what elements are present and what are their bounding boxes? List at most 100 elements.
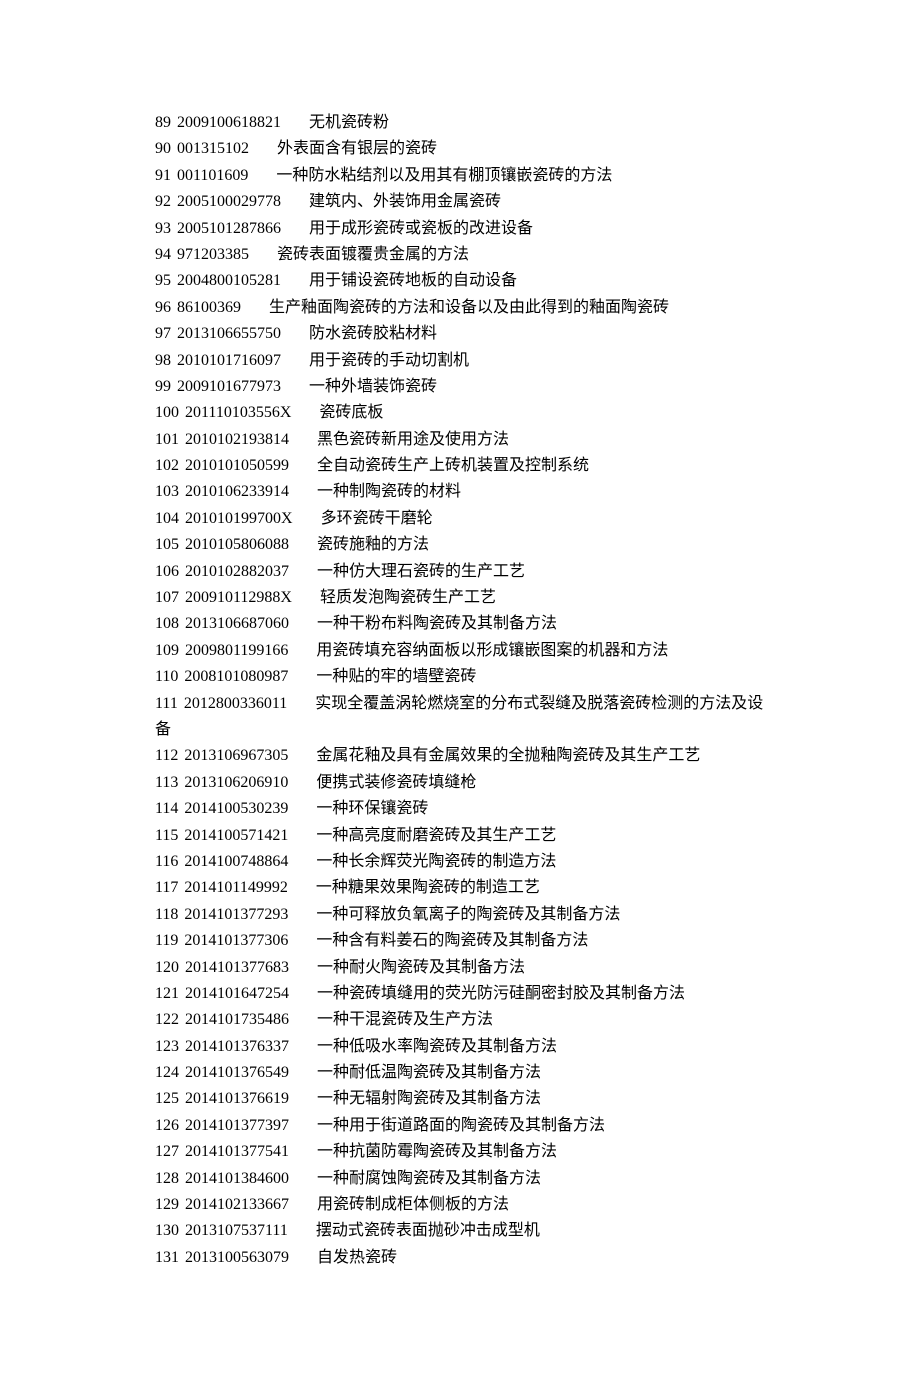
item-title: 外表面含有银层的瓷砖 [277,140,437,157]
list-item: 120 2014101377683 一种耐火陶瓷砖及其制备方法 [155,955,765,981]
list-item: 1172014101149992一种糖果效果陶瓷砖的制造工艺 [155,875,765,901]
list-item: 922005100029778建筑内、外装饰用金属瓷砖 [155,189,765,215]
list-item: 1252014101376619一种无辐射陶瓷砖及其制备方法 [155,1086,765,1112]
list-item: 119 2014101377306 一种含有料姜石的陶瓷砖及其制备方法 [155,928,765,954]
item-index: 117 [155,879,178,896]
item-code: 2013106206910 [184,774,288,791]
list-item: 1122013106967305金属花釉及具有金属效果的全抛釉陶瓷砖及其生产工艺 [155,743,765,769]
item-code: 2010101050599 [185,457,289,474]
item-index: 95 [155,272,171,289]
item-code: 2009100618821 [177,114,281,131]
list-item: 9686100369生产釉面陶瓷砖的方法和设备以及由此得到的釉面陶瓷砖 [155,295,765,321]
list-item: 1272014101377541一种抗菌防霉陶瓷砖及其制备方法 [155,1139,765,1165]
item-index: 111 [155,695,178,712]
item-title: 防水瓷砖胶粘材料 [309,325,437,342]
list-item: 1112012800336011实现全覆盖涡轮燃烧室的分布式裂缝及脱落瓷砖检测的… [155,691,765,717]
list-item: 892009100618821无机瓷砖粉 [155,110,765,136]
item-title: 一种含有料姜石的陶瓷砖及其制备方法 [316,932,588,949]
item-index: 105 [155,536,179,553]
item-code: 2013107537111 [185,1222,288,1239]
item-title: 一种高亮度耐磨瓷砖及其生产工艺 [316,827,556,844]
item-title: 摆动式瓷砖表面抛砂冲击成型机 [316,1222,540,1239]
item-code: 200910112988X [185,589,292,606]
item-code: 2009101677973 [177,378,281,395]
item-title: 一种低吸水率陶瓷砖及其制备方法 [317,1038,557,1055]
item-title: 一种干混瓷砖及生产方法 [317,1011,493,1028]
item-code: 2013106655750 [177,325,281,342]
item-title: 一种抗菌防霉陶瓷砖及其制备方法 [317,1143,557,1160]
item-code: 2014101376549 [185,1064,289,1081]
item-code: 201110103556X [185,404,291,421]
list-item: 100201110103556X瓷砖底板 [155,400,765,426]
list-item: 1162014100748864一种长余辉荧光陶瓷砖的制造方法 [155,849,765,875]
item-code: 2014101735486 [185,1011,289,1028]
item-title: 全自动瓷砖生产上砖机装置及控制系统 [317,457,589,474]
item-index: 125 [155,1090,179,1107]
list-item: 1312013100563079自发热瓷砖 [155,1245,765,1271]
item-index: 122 [155,1011,179,1028]
item-code: 001315102 [177,140,249,157]
item-index: 100 [155,404,179,421]
item-title: 一种耐腐蚀陶瓷砖及其制备方法 [317,1170,541,1187]
item-code: 2013100563079 [185,1249,289,1266]
item-index: 119 [155,932,178,949]
item-index: 102 [155,457,179,474]
item-index: 128 [155,1170,179,1187]
item-index: 103 [155,483,179,500]
item-code: 2014101377683 [185,959,289,976]
item-index: 90 [155,140,171,157]
item-index: 131 [155,1249,179,1266]
item-title: 轻质发泡陶瓷砖生产工艺 [320,589,496,606]
item-index: 101 [155,431,179,448]
item-title: 一种长余辉荧光陶瓷砖的制造方法 [316,853,556,870]
list-item: 1092009801199166用瓷砖填充容纳面板以形成镶嵌图案的机器和方法 [155,638,765,664]
item-title: 一种制陶瓷砖的材料 [317,483,461,500]
list-item: 992009101677973一种外墙装饰瓷砖 [155,374,765,400]
list-item: 1292014102133667用瓷砖制成柜体侧板的方法 [155,1192,765,1218]
list-item: 932005101287866用于成形瓷砖或瓷板的改进设备 [155,216,765,242]
item-index: 114 [155,800,178,817]
item-index: 120 [155,959,179,976]
item-index: 130 [155,1222,179,1239]
item-code: 2010101716097 [177,352,281,369]
item-index: 126 [155,1117,179,1134]
item-title: 用于铺设瓷砖地板的自动设备 [309,272,517,289]
list-item: 122 2014101735486 一种干混瓷砖及生产方法 [155,1007,765,1033]
list-item: 130 2013107537111 摆动式瓷砖表面抛砂冲击成型机 [155,1218,765,1244]
item-index: 89 [155,114,171,131]
list-item: 1242014101376549一种耐低温陶瓷砖及其制备方法 [155,1060,765,1086]
item-title: 一种干粉布料陶瓷砖及其制备方法 [317,615,557,632]
item-title: 一种无辐射陶瓷砖及其制备方法 [317,1090,541,1107]
item-title: 一种耐火陶瓷砖及其制备方法 [317,959,525,976]
item-index: 93 [155,220,171,237]
list-item: 94 971203385 瓷砖表面镀覆贵金属的方法 [155,242,765,268]
item-index: 104 [155,510,179,527]
item-code: 2014102133667 [185,1196,289,1213]
item-title: 多环瓷砖干磨轮 [321,510,433,527]
item-code: 2013106687060 [185,615,289,632]
item-code: 2014101377306 [184,932,288,949]
item-code: 2004800105281 [177,272,281,289]
item-title: 用瓷砖填充容纳面板以形成镶嵌图案的机器和方法 [316,642,668,659]
item-title: 一种用于街道路面的陶瓷砖及其制备方法 [317,1117,605,1134]
item-code: 971203385 [177,246,249,263]
item-title: 一种仿大理石瓷砖的生产工艺 [317,563,525,580]
list-item: 972013106655750防水瓷砖胶粘材料 [155,321,765,347]
item-index: 96 [155,299,171,316]
item-index: 124 [155,1064,179,1081]
item-index: 110 [155,668,178,685]
item-title: 瓷砖施釉的方法 [317,536,429,553]
list-item: 91001101609一种防水粘结剂以及用其有棚顶镶嵌瓷砖的方法 [155,163,765,189]
list-item: 982010101716097用于瓷砖的手动切割机 [155,348,765,374]
item-index: 99 [155,378,171,395]
item-title: 瓷砖表面镀覆贵金属的方法 [277,246,469,263]
list-item: 1082013106687060一种干粉布料陶瓷砖及其制备方法 [155,611,765,637]
list-item: 1132013106206910便携式装修瓷砖填缝枪 [155,770,765,796]
list-item: 102 2010101050599 全自动瓷砖生产上砖机装置及控制系统 [155,453,765,479]
item-index: 92 [155,193,171,210]
item-code: 2014101377397 [185,1117,289,1134]
item-index: 94 [155,246,171,263]
item-code: 2009801199166 [185,642,288,659]
item-code: 2014101377541 [185,1143,289,1160]
item-title: 用瓷砖制成柜体侧板的方法 [317,1196,509,1213]
